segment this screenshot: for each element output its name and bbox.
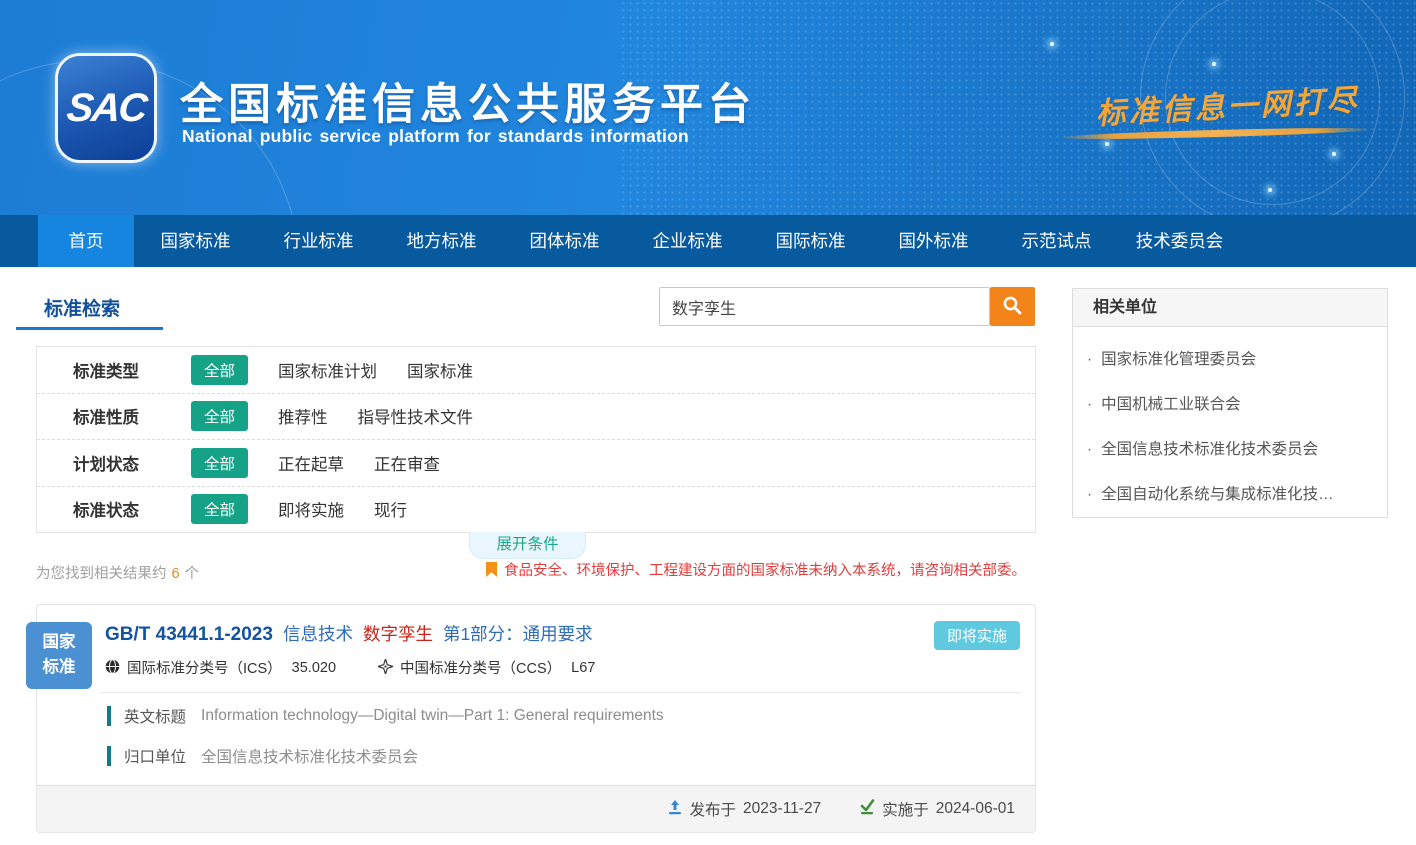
nav-tab-foreign-standards[interactable]: 国外标准 <box>872 215 995 267</box>
related-units-panel: 相关单位 国家标准化管理委员会 中国机械工业联合会 全国信息技术标准化技术委员会… <box>1072 288 1388 518</box>
filter-option[interactable]: 指导性技术文件 <box>358 404 474 428</box>
filter-label: 标准类型 <box>73 358 165 382</box>
nav-tab-international-standards[interactable]: 国际标准 <box>749 215 872 267</box>
filter-option[interactable]: 正在审查 <box>374 451 440 475</box>
published-label: 发布于 <box>690 798 737 820</box>
sac-logo: SAC <box>58 56 154 160</box>
national-standard-badge: 国家 标准 <box>26 622 92 689</box>
search-input[interactable] <box>659 287 990 326</box>
bookmark-icon <box>486 562 497 577</box>
filter-label: 标准状态 <box>73 497 165 521</box>
field-value: 全国信息技术标准化技术委员会 <box>201 745 418 767</box>
filter-all-button[interactable]: 全部 <box>191 401 248 431</box>
system-notice: 食品安全、环境保护、工程建设方面的国家标准未纳入本系统，请咨询相关部委。 <box>486 559 1026 580</box>
magnifier-icon <box>1002 295 1023 319</box>
expand-conditions-button[interactable]: 展开条件 <box>469 532 586 559</box>
ics-value: 35.020 <box>292 660 336 676</box>
published-value: 2023-11-27 <box>743 800 821 818</box>
filter-option[interactable]: 现行 <box>374 497 407 521</box>
badge-line2: 标准 <box>26 655 92 680</box>
summary-prefix: 为您找到相关结果约 <box>36 566 167 582</box>
summary-count: 6 <box>172 566 180 582</box>
nav-tab-group-standards[interactable]: 团体标准 <box>503 215 626 267</box>
title-part2[interactable]: 第1部分：通用要求 <box>443 621 593 646</box>
ccs-label: 中国标准分类号（CCS） <box>400 657 561 678</box>
field-value: Information technology—Digital twin—Part… <box>201 707 664 725</box>
search-button[interactable] <box>990 287 1035 326</box>
site-subtitle: National public service platform for sta… <box>182 126 689 147</box>
site-title: 全国标准信息公共服务平台 <box>180 70 756 132</box>
title-part1[interactable]: 信息技术 <box>283 621 353 646</box>
glow-dot <box>1105 142 1109 146</box>
english-title-row: 英文标题 Information technology—Digital twin… <box>107 705 664 727</box>
card-divider <box>101 692 1021 693</box>
field-bar <box>107 746 111 766</box>
implemented-value: 2024-06-01 <box>936 800 1015 818</box>
section-title-underline <box>16 327 163 330</box>
related-unit-item[interactable]: 国家标准化管理委员会 <box>1087 337 1371 382</box>
filter-option[interactable]: 即将实施 <box>278 497 344 521</box>
filter-all-button[interactable]: 全部 <box>191 355 248 385</box>
filter-option[interactable]: 国家标准计划 <box>278 358 377 382</box>
filter-option[interactable]: 国家标准 <box>407 358 473 382</box>
filter-label: 标准性质 <box>73 404 165 428</box>
filter-all-button[interactable]: 全部 <box>191 448 248 478</box>
glow-dot <box>1212 62 1216 66</box>
glow-dot <box>1268 188 1272 192</box>
nav-tab-national-standards[interactable]: 国家标准 <box>134 215 257 267</box>
card-footer: 发布于 2023-11-27 实施于 2024-06-01 <box>37 785 1035 832</box>
standard-result-card: 国家 标准 即将实施 GB/T 43441.1-2023 信息技术 数字孪生 第… <box>36 604 1036 833</box>
header-banner: SAC 全国标准信息公共服务平台 National public service… <box>0 0 1416 215</box>
status-badge: 即将实施 <box>934 621 1020 650</box>
filter-panel: 标准类型 全部 国家标准计划 国家标准 标准性质 全部 推荐性 指导性技术文件 … <box>36 346 1036 533</box>
related-units-title: 相关单位 <box>1073 289 1387 327</box>
filter-row-standard-status: 标准状态 全部 即将实施 现行 <box>37 486 1035 533</box>
implemented-date: 实施于 2024-06-01 <box>859 798 1015 820</box>
implemented-label: 实施于 <box>882 798 929 820</box>
nav-tab-industry-standards[interactable]: 行业标准 <box>257 215 380 267</box>
glow-dot <box>1050 42 1054 46</box>
filter-row-standard-nature: 标准性质 全部 推荐性 指导性技术文件 <box>37 393 1035 440</box>
field-label: 归口单位 <box>124 745 186 767</box>
standard-code-link[interactable]: GB/T 43441.1-2023 <box>105 624 273 646</box>
field-label: 英文标题 <box>124 705 186 727</box>
nav-tab-technical-committee[interactable]: 技术委员会 <box>1118 215 1241 267</box>
related-units-list: 国家标准化管理委员会 中国机械工业联合会 全国信息技术标准化技术委员会 全国自动… <box>1073 327 1387 517</box>
filter-row-standard-type: 标准类型 全部 国家标准计划 国家标准 <box>37 347 1035 393</box>
filter-option[interactable]: 推荐性 <box>278 404 328 428</box>
upload-icon <box>667 799 683 820</box>
filter-all-button[interactable]: 全部 <box>191 494 248 524</box>
filter-row-plan-status: 计划状态 全部 正在起草 正在审查 <box>37 439 1035 486</box>
ccs-value: L67 <box>571 660 595 676</box>
published-date: 发布于 2023-11-27 <box>667 798 822 820</box>
competent-unit-row: 归口单位 全国信息技术标准化技术委员会 <box>107 745 418 767</box>
notice-text: 食品安全、环境保护、工程建设方面的国家标准未纳入本系统，请咨询相关部委。 <box>504 559 1026 580</box>
filter-option[interactable]: 正在起草 <box>278 451 344 475</box>
glow-dot <box>1332 152 1336 156</box>
related-unit-item[interactable]: 全国自动化系统与集成标准化技… <box>1087 472 1371 517</box>
related-unit-item[interactable]: 全国信息技术标准化技术委员会 <box>1087 427 1371 472</box>
title-highlight[interactable]: 数字孪生 <box>363 621 433 646</box>
summary-suffix: 个 <box>185 566 200 582</box>
page: SAC 全国标准信息公共服务平台 National public service… <box>0 0 1416 845</box>
nav-tab-local-standards[interactable]: 地方标准 <box>380 215 503 267</box>
field-bar <box>107 706 111 726</box>
classification-row: 国际标准分类号（ICS） 35.020 中国标准分类号（CCS） L67 <box>105 657 595 678</box>
check-icon <box>859 799 875 820</box>
nav-tab-home[interactable]: 首页 <box>38 215 134 267</box>
sac-logo-text: SAC <box>64 86 147 131</box>
related-unit-item[interactable]: 中国机械工业联合会 <box>1087 382 1371 427</box>
compass-icon <box>378 659 400 676</box>
globe-icon <box>105 659 127 676</box>
ics-label: 国际标准分类号（ICS） <box>127 657 282 678</box>
badge-line1: 国家 <box>26 630 92 655</box>
filter-label: 计划状态 <box>73 451 165 475</box>
results-summary: 为您找到相关结果约 6个 <box>36 562 199 583</box>
main-nav: 首页 国家标准 行业标准 地方标准 团体标准 企业标准 国际标准 国外标准 示范… <box>0 215 1416 267</box>
standard-title: GB/T 43441.1-2023 信息技术 数字孪生 第1部分：通用要求 <box>105 621 593 646</box>
section-title-standard-search: 标准检索 <box>44 294 120 321</box>
nav-tab-pilot[interactable]: 示范试点 <box>995 215 1118 267</box>
nav-tab-enterprise-standards[interactable]: 企业标准 <box>626 215 749 267</box>
